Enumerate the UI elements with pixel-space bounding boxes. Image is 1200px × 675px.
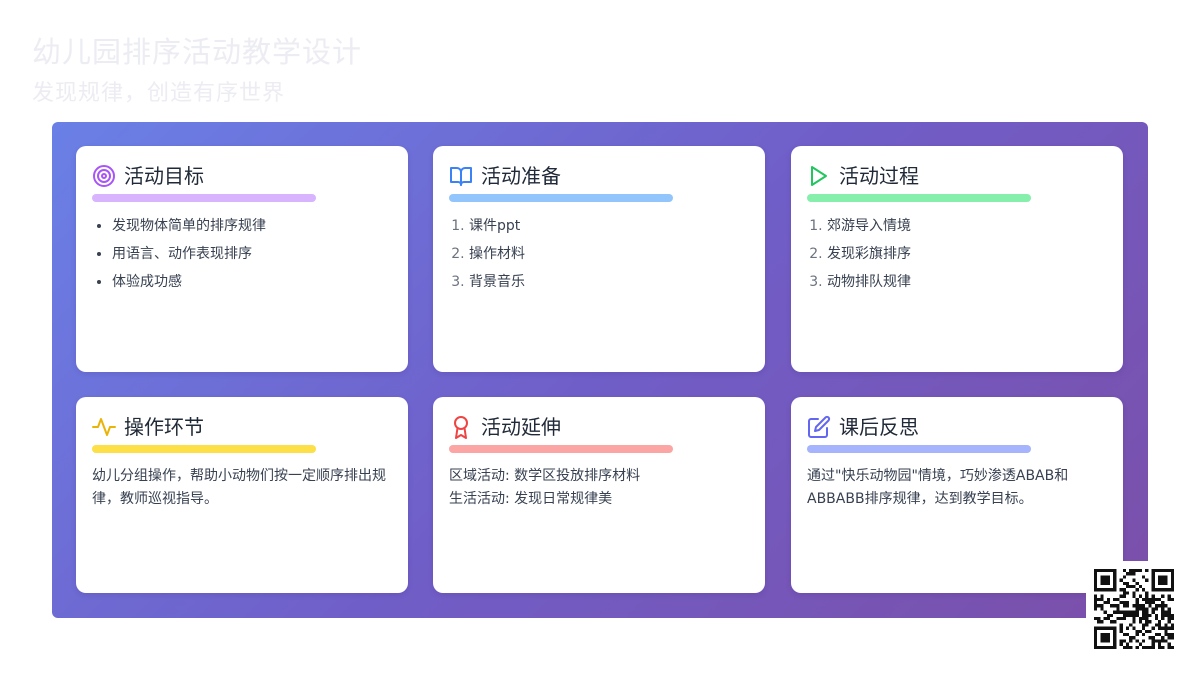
operation-text: 幼儿分组操作，帮助小动物们按一定顺序排出规律，教师巡视指导。	[92, 468, 386, 507]
process-item: 动物排队规律	[827, 268, 911, 296]
book-open-icon	[449, 164, 473, 188]
card-reflection-title: 课后反思	[839, 415, 919, 439]
edit-pencil-icon	[807, 415, 831, 439]
card-extension-title: 活动延伸	[481, 415, 561, 439]
goals-list: 发现物体简单的排序规律 用语言、动作表现排序 体验成功感	[92, 212, 266, 296]
activity-pulse-icon	[92, 415, 116, 439]
goals-item: 发现物体简单的排序规律	[112, 212, 266, 240]
extension-line: 区域活动: 数学区投放排序材料	[449, 468, 641, 484]
qr-code[interactable]	[1086, 561, 1182, 657]
card-preparation: 活动准备 课件ppt 操作材料 背景音乐	[433, 146, 765, 372]
process-list: 郊游导入情境 发现彩旗排序 动物排队规律	[807, 212, 911, 296]
card-operation-title: 操作环节	[124, 415, 204, 439]
card-goals-bar	[92, 194, 316, 202]
card-reflection: 课后反思 通过"快乐动物园"情境，巧妙渗透ABAB和ABBABB排序规律，达到教…	[791, 397, 1123, 593]
process-item: 发现彩旗排序	[827, 240, 911, 268]
card-preparation-title: 活动准备	[481, 164, 561, 188]
page-title: 幼儿园排序活动教学设计	[32, 35, 363, 69]
card-goals-title: 活动目标	[124, 164, 204, 188]
preparation-list: 课件ppt 操作材料 背景音乐	[449, 212, 525, 296]
page-subtitle: 发现规律，创造有序世界	[32, 81, 286, 106]
play-icon	[807, 164, 831, 188]
card-process: 活动过程 郊游导入情境 发现彩旗排序 动物排队规律	[791, 146, 1123, 372]
card-operation: 操作环节 幼儿分组操作，帮助小动物们按一定顺序排出规律，教师巡视指导。	[76, 397, 408, 593]
preparation-item: 背景音乐	[469, 268, 525, 296]
card-operation-bar	[92, 445, 316, 453]
target-icon	[92, 164, 116, 188]
cards-board: 活动目标 发现物体简单的排序规律 用语言、动作表现排序 体验成功感 活动准备 课…	[52, 122, 1148, 618]
card-process-bar	[807, 194, 1031, 202]
preparation-item: 操作材料	[469, 240, 525, 268]
card-extension: 活动延伸 区域活动: 数学区投放排序材料 生活活动: 发现日常规律美	[433, 397, 765, 593]
qr-code-icon	[1094, 569, 1174, 649]
award-ribbon-icon	[449, 415, 473, 439]
card-process-title: 活动过程	[839, 164, 919, 188]
goals-item: 用语言、动作表现排序	[112, 240, 266, 268]
card-reflection-bar	[807, 445, 1031, 453]
reflection-text: 通过"快乐动物园"情境，巧妙渗透ABAB和ABBABB排序规律，达到教学目标。	[807, 468, 1069, 507]
extension-line: 生活活动: 发现日常规律美	[449, 491, 613, 507]
goals-item: 体验成功感	[112, 268, 266, 296]
preparation-item: 课件ppt	[469, 212, 525, 240]
card-preparation-bar	[449, 194, 673, 202]
extension-lines: 区域活动: 数学区投放排序材料 生活活动: 发现日常规律美	[449, 465, 749, 511]
card-extension-bar	[449, 445, 673, 453]
card-goals: 活动目标 发现物体简单的排序规律 用语言、动作表现排序 体验成功感	[76, 146, 408, 372]
process-item: 郊游导入情境	[827, 212, 911, 240]
